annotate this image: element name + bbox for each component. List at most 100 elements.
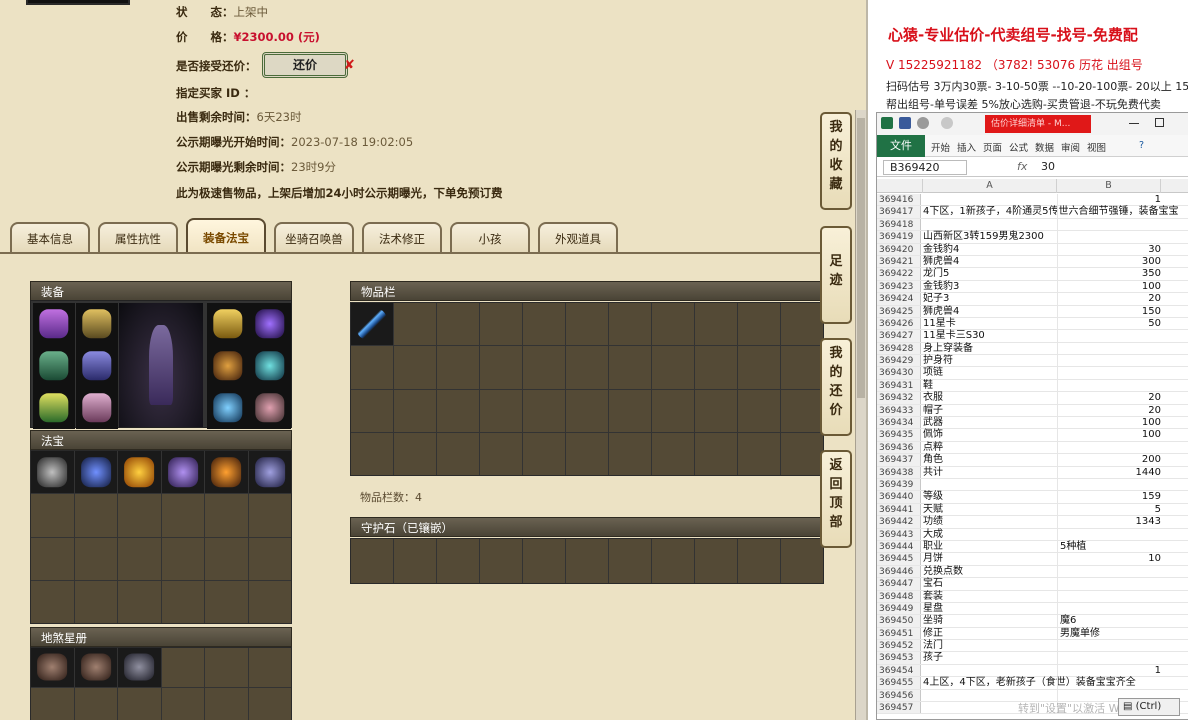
- sheet-row[interactable]: 369450 坐骑 魔6: [877, 615, 1188, 628]
- cell-a[interactable]: 金钱豹3: [923, 281, 1055, 293]
- cell-a[interactable]: 武器: [923, 417, 1055, 429]
- tab-child[interactable]: 小孩: [450, 222, 530, 254]
- formula-input[interactable]: 30: [1041, 160, 1055, 173]
- row-number[interactable]: 369434: [877, 417, 921, 429]
- inventory-slot[interactable]: [394, 432, 436, 475]
- guard-stone-slot[interactable]: [566, 539, 608, 583]
- cell-a[interactable]: 护身符: [923, 355, 1055, 367]
- sheet-row[interactable]: 369440 等级 159: [877, 491, 1188, 504]
- treasure-slot[interactable]: [74, 537, 117, 580]
- constellation-slot[interactable]: [74, 687, 117, 720]
- cell-a[interactable]: 职业: [923, 541, 1055, 553]
- row-number[interactable]: 369438: [877, 466, 921, 478]
- sheet-row[interactable]: 369418: [877, 218, 1188, 232]
- sheet-row[interactable]: 369430 项链: [877, 367, 1188, 380]
- back-to-top-button[interactable]: 返回顶部: [820, 450, 852, 548]
- sheet-row[interactable]: 369439: [877, 478, 1188, 492]
- sheet-row[interactable]: 369455 4上区，4下区，老新孩子（食世）装备宝宝齐全: [877, 677, 1188, 690]
- constellation-slot[interactable]: [31, 648, 74, 687]
- inventory-slot[interactable]: [652, 389, 694, 432]
- row-number[interactable]: 369457: [877, 702, 921, 714]
- excel-window-tab[interactable]: 估价详细清单 - M...: [985, 115, 1091, 133]
- treasure-slot[interactable]: [248, 494, 291, 537]
- cell-a[interactable]: 11星卡三S30: [923, 330, 1055, 342]
- cell-a[interactable]: 点粹: [923, 442, 1055, 454]
- equip-slot[interactable]: [207, 303, 249, 345]
- cell-a[interactable]: 11星卡: [923, 318, 1055, 330]
- cell-a[interactable]: 佩饰: [923, 429, 1055, 441]
- row-number[interactable]: 369446: [877, 565, 921, 578]
- cell-b[interactable]: [1057, 602, 1161, 615]
- name-box[interactable]: B369420: [883, 160, 967, 175]
- page-scrollbar[interactable]: [855, 110, 866, 720]
- cell-a[interactable]: 宝石: [923, 578, 1055, 590]
- inventory-slot[interactable]: [781, 389, 823, 432]
- cell-b[interactable]: 1: [1057, 664, 1161, 677]
- ribbon-tab-layout[interactable]: 页面: [983, 140, 1002, 154]
- row-number[interactable]: 369430: [877, 367, 921, 379]
- treasure-slot[interactable]: [31, 451, 74, 494]
- row-number[interactable]: 369425: [877, 305, 921, 317]
- scrollbar-thumb[interactable]: [857, 118, 865, 398]
- inventory-slot[interactable]: [351, 389, 393, 432]
- inventory-slot[interactable]: [609, 303, 651, 346]
- cell-b[interactable]: [1057, 330, 1161, 342]
- treasure-slot[interactable]: [74, 451, 117, 494]
- inventory-slot[interactable]: [523, 303, 565, 346]
- equip-slot[interactable]: [76, 345, 118, 387]
- maximize-icon[interactable]: [1155, 118, 1164, 127]
- row-number[interactable]: 369418: [877, 218, 921, 231]
- row-number[interactable]: 369451: [877, 627, 921, 640]
- cell-a[interactable]: 身上穿装备: [923, 343, 1055, 355]
- fx-icon[interactable]: fx: [1017, 160, 1027, 173]
- inventory-slot[interactable]: [523, 389, 565, 432]
- cell-b[interactable]: [1057, 218, 1161, 231]
- constellation-slot[interactable]: [205, 687, 248, 720]
- cell-a[interactable]: 4下区，1新孩子，4阶通灵5传世六合细节强锤，装备宝宝: [923, 206, 1178, 218]
- cell-b[interactable]: 100: [1057, 280, 1161, 293]
- inventory-slot[interactable]: [437, 389, 479, 432]
- cell-a[interactable]: 角色: [923, 454, 1055, 466]
- cell-b[interactable]: 150: [1057, 305, 1161, 317]
- sheet-row[interactable]: 369422 龙门5 350: [877, 268, 1188, 281]
- inventory-slot[interactable]: [738, 432, 780, 475]
- inventory-slot[interactable]: [523, 432, 565, 475]
- inventory-slot[interactable]: [738, 303, 780, 346]
- cell-b[interactable]: 100: [1057, 429, 1161, 441]
- guard-stone-slot[interactable]: [523, 539, 565, 583]
- cell-b[interactable]: [1057, 565, 1161, 578]
- sheet-row[interactable]: 369423 金钱豹3 100: [877, 280, 1188, 294]
- sheet-row[interactable]: 369443 大成: [877, 528, 1188, 541]
- inventory-slot[interactable]: [480, 346, 522, 389]
- sheet-row[interactable]: 369437 角色 200: [877, 454, 1188, 467]
- ribbon-tab-data[interactable]: 数据: [1035, 140, 1054, 154]
- cell-b[interactable]: 魔6: [1057, 615, 1161, 627]
- ribbon-tab-review[interactable]: 审阅: [1061, 140, 1080, 154]
- inventory-slot[interactable]: [523, 346, 565, 389]
- treasure-slot[interactable]: [205, 580, 248, 623]
- my-offers-button[interactable]: 我的还价: [820, 338, 852, 436]
- row-number[interactable]: 369448: [877, 590, 921, 602]
- equip-slot[interactable]: [33, 387, 75, 429]
- constellation-slot[interactable]: [74, 648, 117, 687]
- equip-slot[interactable]: [249, 345, 291, 387]
- sheet-row[interactable]: 369434 武器 100: [877, 417, 1188, 430]
- inventory-slot[interactable]: [609, 346, 651, 389]
- constellation-slot[interactable]: [118, 687, 161, 720]
- cell-b[interactable]: 350: [1057, 268, 1161, 280]
- cell-b[interactable]: [1057, 342, 1161, 355]
- cell-b[interactable]: [1057, 367, 1161, 379]
- row-number[interactable]: 369440: [877, 491, 921, 503]
- inventory-slot[interactable]: [394, 303, 436, 346]
- inventory-slot[interactable]: [480, 432, 522, 475]
- guard-stone-slot[interactable]: [738, 539, 780, 583]
- cell-b[interactable]: 5种植: [1057, 540, 1161, 553]
- cell-a[interactable]: 项链: [923, 367, 1055, 379]
- row-number[interactable]: 369426: [877, 317, 921, 330]
- sheet-row[interactable]: 369428 身上穿装备: [877, 342, 1188, 356]
- cell-b[interactable]: [1057, 379, 1161, 392]
- sheet-row[interactable]: 369444 职业 5种植: [877, 540, 1188, 554]
- row-number[interactable]: 369421: [877, 255, 921, 268]
- sheet-row[interactable]: 369454 1: [877, 664, 1188, 678]
- inventory-slot[interactable]: [695, 303, 737, 346]
